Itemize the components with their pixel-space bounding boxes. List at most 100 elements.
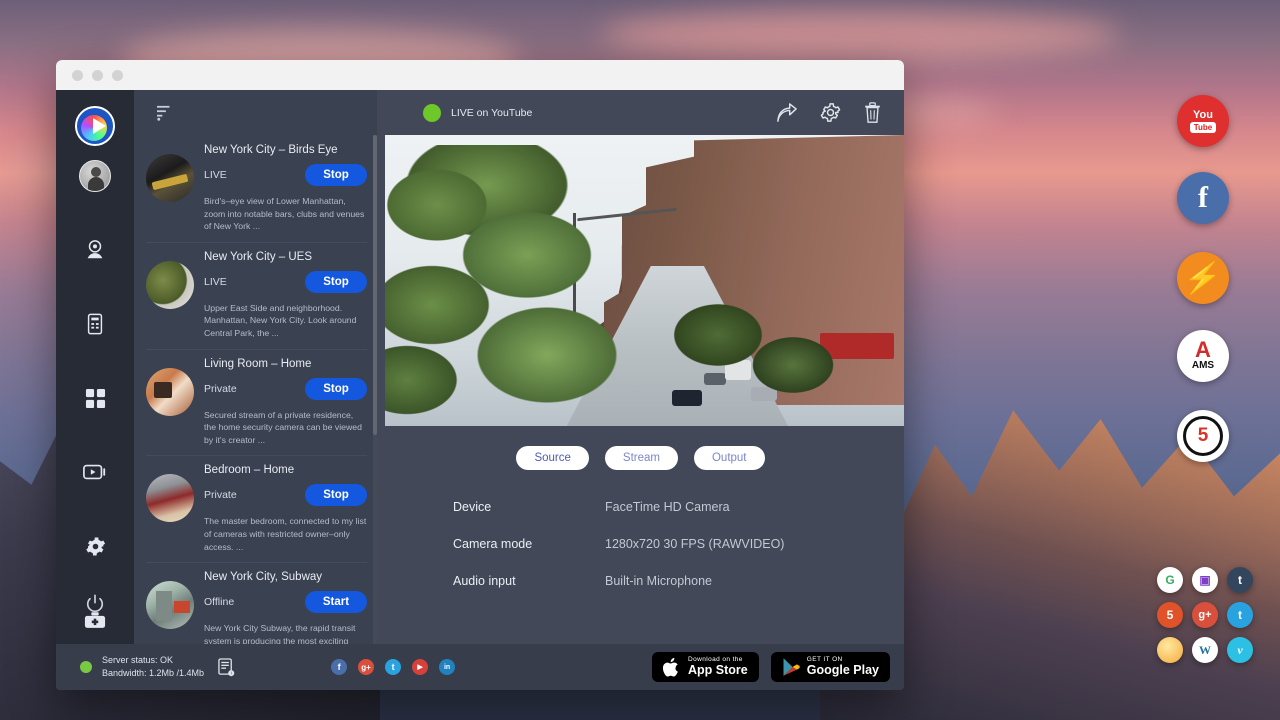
video-left-edge [377, 135, 385, 426]
camera-list-item[interactable]: New York City – Birds Eye LIVE Stop Bird… [134, 135, 377, 242]
social-linkedin[interactable]: in [439, 659, 455, 675]
camera-info: New York City, Subway Offline Start New … [204, 571, 367, 644]
maximize-window-button[interactable] [112, 70, 123, 81]
video-player-icon [83, 463, 107, 481]
camera-status-row: Offline Start [204, 591, 367, 613]
video-trees-left [377, 145, 647, 426]
dock-icon-twitch[interactable]: ▣ [1192, 567, 1218, 593]
window-titlebar[interactable] [56, 60, 904, 90]
logo-play-triangle [93, 118, 106, 134]
sidebar-item-dashboard[interactable] [75, 378, 115, 418]
camera-action-button[interactable]: Start [305, 591, 367, 613]
camera-list-item[interactable]: Living Room – Home Private Stop Secured … [134, 349, 377, 456]
camera-status: Private [204, 489, 237, 501]
camera-status: Private [204, 383, 237, 395]
google-play-big: Google Play [807, 664, 879, 677]
trash-icon[interactable] [863, 102, 882, 124]
toolbar-actions [776, 102, 882, 124]
dock-icon-tumblr[interactable]: t [1227, 567, 1253, 593]
social-google-plus[interactable]: g+ [358, 659, 374, 675]
bandwidth-label: Bandwidth: 1.2Mb /1.4Mb [102, 667, 204, 680]
camera-status: LIVE [204, 169, 227, 181]
camera-thumbnail [146, 261, 194, 309]
app-store-button[interactable]: Download on the App Store [652, 652, 759, 682]
google-play-text: GET IT ON Google Play [807, 657, 879, 677]
camera-description: Secured stream of a private residence, t… [204, 409, 367, 447]
camera-action-button[interactable]: Stop [305, 271, 367, 293]
dock-icon-adobe-ams[interactable]: A AMS [1177, 330, 1229, 382]
camera-info: New York City – Birds Eye LIVE Stop Bird… [204, 144, 367, 233]
camera-action-button[interactable]: Stop [305, 484, 367, 506]
camera-list-item[interactable]: New York City, Subway Offline Start New … [134, 562, 377, 644]
dock-icon-youtube[interactable]: You Tube [1177, 95, 1229, 147]
social-links: f g+ t ▶ in [331, 659, 455, 675]
ams-label: AMS [1192, 360, 1214, 371]
app-logo-icon[interactable] [75, 106, 115, 146]
gplus-glyph: g+ [361, 663, 371, 672]
sidebar-item-cameras[interactable] [75, 230, 115, 270]
minimize-window-button[interactable] [92, 70, 103, 81]
camera-thumbnail [146, 581, 194, 629]
app-store-big: App Store [688, 664, 748, 677]
info-value[interactable]: FaceTime HD Camera [605, 500, 730, 514]
video-preview[interactable] [377, 135, 904, 426]
dock-icon-five[interactable]: 5 [1157, 602, 1183, 628]
sidebar-item-media[interactable] [75, 452, 115, 492]
sidebar-item-logs[interactable] [75, 304, 115, 344]
tab-source[interactable]: Source [516, 446, 588, 470]
dock-icon-google-plus[interactable]: g+ [1192, 602, 1218, 628]
app-window: New York City – Birds Eye LIVE Stop Bird… [56, 60, 904, 690]
info-value[interactable]: Built-in Microphone [605, 574, 712, 588]
social-youtube[interactable]: ▶ [412, 659, 428, 675]
close-window-button[interactable] [72, 70, 83, 81]
info-value[interactable]: 1280x720 30 FPS (RAWVIDEO) [605, 537, 784, 551]
twitch-glyph: ▣ [1199, 573, 1210, 587]
tab-output[interactable]: Output [694, 446, 765, 470]
sidebar-item-power[interactable] [75, 584, 115, 624]
camera-action-button[interactable]: Stop [305, 164, 367, 186]
document-list-icon [85, 313, 105, 335]
camera-status: Offline [204, 596, 234, 608]
sidebar-item-account[interactable] [75, 156, 115, 196]
document-info-icon[interactable]: i [218, 658, 235, 677]
dock-icon-vimeo[interactable]: v [1227, 637, 1253, 663]
camera-title: New York City, Subway [204, 571, 367, 583]
dock-icon-g-circle[interactable]: G [1157, 567, 1183, 593]
camera-title: New York City – UES [204, 251, 367, 263]
camera-info: Living Room – Home Private Stop Secured … [204, 358, 367, 447]
youtube-label-bottom: Tube [1190, 122, 1217, 133]
dock-icon-facebook[interactable]: f [1177, 172, 1229, 224]
live-status-dot [423, 104, 441, 122]
dock-icon-twitter[interactable]: t [1227, 602, 1253, 628]
share-arrow-icon[interactable] [776, 103, 798, 123]
social-twitter[interactable]: t [385, 659, 401, 675]
camera-list-panel: New York City – Birds Eye LIVE Stop Bird… [134, 90, 377, 644]
social-facebook[interactable]: f [331, 659, 347, 675]
dock-icon-wirecast[interactable]: 5 [1177, 410, 1229, 462]
vimeo-glyph: v [1237, 643, 1242, 658]
youtube-label-top: You [1193, 109, 1213, 121]
sort-filter-icon[interactable] [156, 105, 174, 121]
dock-icon-amber[interactable] [1157, 637, 1183, 663]
dock-icon-ustream[interactable]: ⚡ [1177, 252, 1229, 304]
sidebar-item-settings[interactable] [75, 526, 115, 566]
apple-icon [663, 657, 681, 678]
adobe-a-icon: A [1195, 341, 1211, 360]
gear-icon[interactable] [820, 102, 841, 123]
camera-description: New York City Subway, the rapid transit … [204, 622, 367, 644]
cloud [600, 10, 1120, 60]
camera-list-item[interactable]: New York City – UES LIVE Stop Upper East… [134, 242, 377, 349]
info-label: Device [453, 500, 605, 514]
tab-stream[interactable]: Stream [605, 446, 678, 470]
play-triangle-icon [782, 657, 800, 677]
camera-action-button[interactable]: Stop [305, 378, 367, 400]
dock-icon-wordpress[interactable]: W [1192, 637, 1218, 663]
info-row-audio-input: Audio input Built-in Microphone [453, 574, 904, 588]
lightning-bolt-icon: ⚡ [1182, 261, 1224, 296]
google-play-button[interactable]: GET IT ON Google Play [771, 652, 890, 682]
crosshair-icon: 5 [1183, 416, 1223, 456]
camera-info: Bedroom – Home Private Stop The master b… [204, 464, 367, 553]
camera-list-item[interactable]: Bedroom – Home Private Stop The master b… [134, 455, 377, 562]
camera-list[interactable]: New York City – Birds Eye LIVE Stop Bird… [134, 135, 377, 644]
grid-icon [85, 388, 106, 409]
